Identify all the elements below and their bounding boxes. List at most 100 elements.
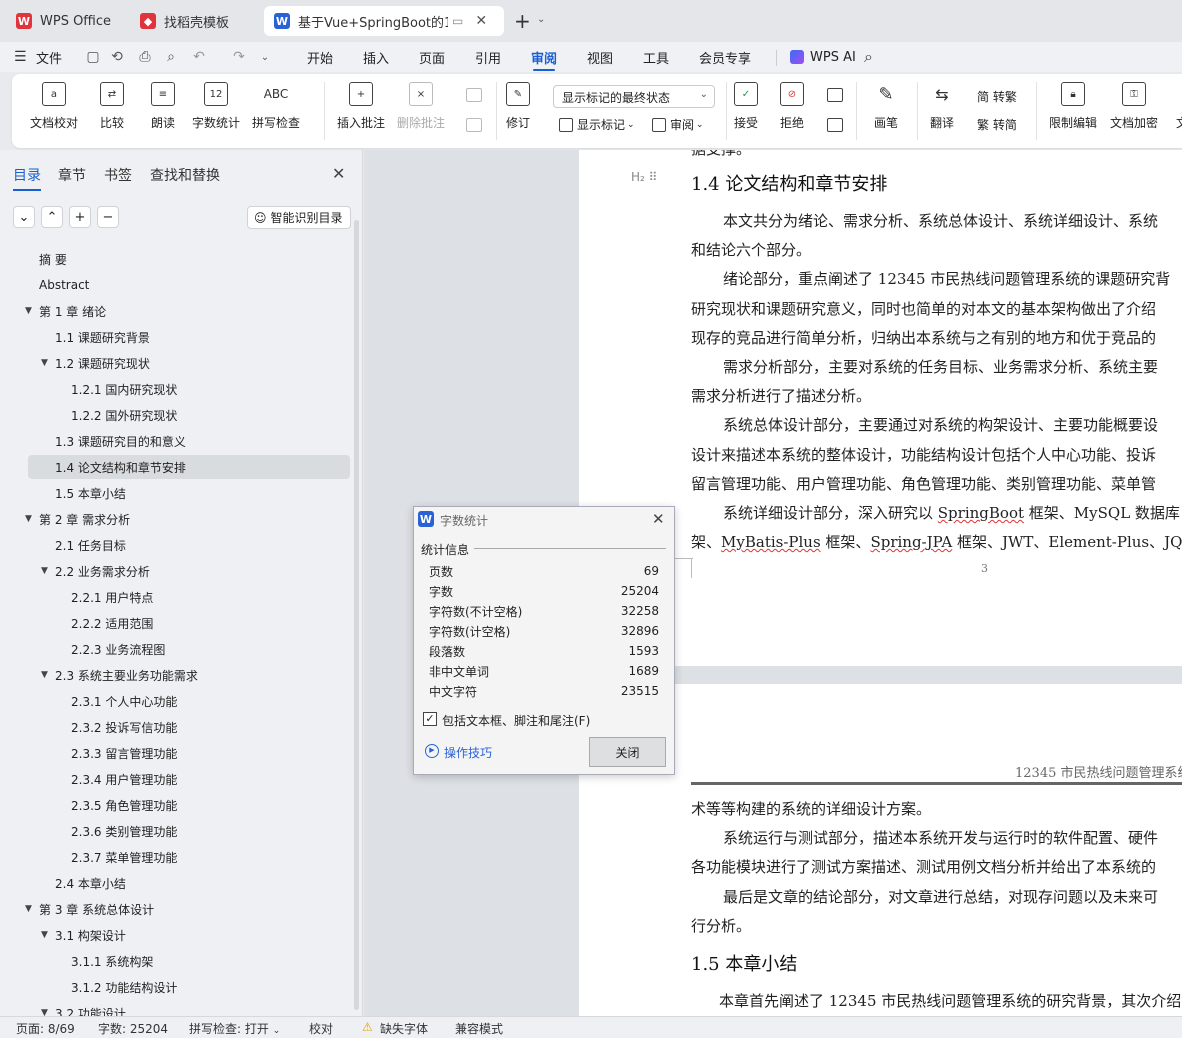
undo-icon[interactable]: ↶ — [190, 49, 208, 65]
toc-item[interactable]: 1.2.2 国外研究现状 — [71, 402, 177, 428]
toc-item[interactable]: 2.3.5 角色管理功能 — [71, 792, 177, 818]
accept-button[interactable]: ✓ 接受 — [734, 82, 758, 131]
insert-comment-button[interactable]: + 插入批注 — [337, 82, 385, 131]
show-markup-button[interactable]: 显示标记 ⌄ — [559, 116, 635, 133]
markup-mode-select[interactable]: 显示标记的最终状态 ⌄ — [553, 85, 715, 108]
toc-item[interactable]: 2.4 本章小结 — [55, 870, 126, 896]
status-proofread[interactable]: 校对 — [309, 1020, 333, 1037]
save-icon[interactable]: ▢ — [84, 49, 102, 65]
toc-item[interactable]: 1.3 课题研究目的和意义 — [55, 428, 186, 454]
reject-button[interactable]: ⊘ 拒绝 — [780, 82, 804, 131]
ink-button[interactable]: ✎ 画笔 — [874, 82, 898, 131]
toc-item[interactable]: 2.2.3 业务流程图 — [71, 636, 165, 662]
prev-change-icon[interactable] — [827, 88, 843, 102]
heading-level-icon[interactable]: H₂ ⠿ — [631, 170, 657, 184]
delete-comment-button[interactable]: × 删除批注 — [397, 82, 445, 131]
toc-item[interactable]: 1.5 本章小结 — [55, 480, 126, 506]
menu-reference[interactable]: 引用 — [475, 42, 501, 72]
tab-wps-office[interactable]: W WPS Office — [6, 6, 124, 36]
toc-item[interactable]: ▼ 第 2 章 需求分析 — [25, 506, 130, 532]
proofread-button[interactable]: a 文档校对 — [30, 82, 78, 131]
toc-item[interactable]: 2.3.1 个人中心功能 — [71, 688, 177, 714]
status-page[interactable]: 页面: 8/69 — [16, 1020, 75, 1037]
toc-item[interactable]: 2.3.6 类别管理功能 — [71, 818, 177, 844]
collapse-all-button[interactable]: ⌄ — [13, 206, 35, 228]
close-button[interactable]: 关闭 — [589, 737, 666, 767]
print-icon[interactable]: ⎙ — [136, 49, 154, 65]
more-icon[interactable]: ⌄ — [256, 49, 274, 65]
encrypt-button[interactable]: ⚿ 文档加密 — [1110, 82, 1158, 131]
toc-item[interactable]: 2.2.2 适用范围 — [71, 610, 153, 636]
tab-docer[interactable]: ◆ 找稻壳模板 — [130, 6, 260, 36]
toc-item[interactable]: 2.3.2 投诉写信功能 — [71, 714, 177, 740]
prev-comment-icon[interactable] — [466, 88, 482, 102]
read-aloud-button[interactable]: ≡ 朗读 — [151, 82, 175, 131]
toc-scrollbar[interactable] — [354, 220, 359, 1010]
expand-arrow-icon[interactable]: ▼ — [41, 566, 48, 576]
print-preview-icon[interactable]: ⌕ — [162, 49, 180, 65]
close-tab-icon[interactable]: ✕ — [475, 13, 487, 29]
menu-tools[interactable]: 工具 — [643, 42, 669, 72]
toc-item[interactable]: 3.1.2 功能结构设计 — [71, 974, 177, 1000]
revise-button[interactable]: ✎ 修订 — [506, 82, 530, 131]
tips-link[interactable]: 操作技巧 — [444, 744, 492, 761]
toc-item[interactable]: 2.2.1 用户特点 — [71, 584, 153, 610]
hamburger-icon[interactable]: ☰ — [14, 49, 27, 65]
redo-icon[interactable]: ↷ — [230, 49, 248, 65]
to-simplified-button[interactable]: 繁 转简 — [977, 116, 1017, 133]
toc-item[interactable]: ▼ 第 3 章 系统总体设计 — [25, 896, 154, 922]
menu-view[interactable]: 视图 — [587, 42, 613, 72]
toc-item[interactable]: 1.1 课题研究背景 — [55, 324, 150, 350]
close-dialog-icon[interactable]: ✕ — [652, 510, 665, 528]
smart-toc-button[interactable]: ☺ 智能识别目录 — [247, 206, 351, 229]
compare-button[interactable]: ⇄ 比较 — [100, 82, 124, 131]
close-pane-icon[interactable]: ✕ — [332, 164, 345, 183]
nav-tab-sections[interactable]: 章节 — [58, 165, 86, 185]
expand-arrow-icon[interactable]: ▼ — [41, 930, 48, 940]
review-pane-button[interactable]: 审阅 ⌄ — [652, 116, 704, 133]
to-traditional-button[interactable]: 简 转繁 — [977, 88, 1017, 105]
menu-insert[interactable]: 插入 — [363, 42, 389, 72]
toc-item[interactable]: ▼ 1.2 课题研究现状 — [41, 350, 150, 376]
toc-item[interactable]: 2.3.3 留言管理功能 — [71, 740, 177, 766]
nav-tab-find[interactable]: 查找和替换 — [150, 165, 220, 185]
expand-arrow-icon[interactable]: ▼ — [25, 514, 32, 524]
restrict-edit-button[interactable]: 🔒︎ 限制编辑 — [1049, 82, 1097, 131]
status-word-count[interactable]: 字数: 25204 — [98, 1020, 168, 1037]
expand-arrow-icon[interactable]: ▼ — [41, 358, 48, 368]
expand-arrow-icon[interactable]: ▼ — [25, 306, 32, 316]
menu-wps-ai[interactable]: WPS AI — [810, 42, 856, 72]
menu-member[interactable]: 会员专享 — [699, 42, 751, 72]
toc-item[interactable]: ▼ 2.2 业务需求分析 — [41, 558, 150, 584]
toc-item[interactable]: 2.1 任务目标 — [55, 532, 126, 558]
status-missing-font[interactable]: 缺失字体 — [380, 1020, 428, 1037]
more-button[interactable]: 文 — [1170, 82, 1182, 131]
toc-item[interactable]: 2.3.4 用户管理功能 — [71, 766, 177, 792]
spell-check-button[interactable]: ABC 拼写检查 — [252, 82, 300, 131]
expand-arrow-icon[interactable]: ▼ — [41, 670, 48, 680]
include-textbox-checkbox[interactable]: ✓ — [423, 712, 437, 726]
translate-button[interactable]: ⇆ 翻译 — [930, 82, 954, 131]
next-change-icon[interactable] — [827, 118, 843, 132]
menu-home[interactable]: 开始 — [307, 42, 333, 72]
search-icon[interactable]: ⌕ — [864, 47, 873, 67]
add-heading-button[interactable]: + — [69, 206, 91, 228]
status-spell-check[interactable]: 拼写检查: 打开 ⌄ — [189, 1020, 280, 1037]
share-icon[interactable]: ⟲ — [108, 49, 126, 65]
word-count-button[interactable]: 12 字数统计 — [192, 82, 240, 131]
expand-arrow-icon[interactable]: ▼ — [25, 904, 32, 914]
toc-item[interactable]: 摘 要 — [39, 246, 67, 272]
new-tab-icon[interactable]: + — [514, 9, 531, 33]
menu-file[interactable]: 文件 — [36, 42, 62, 72]
menu-review[interactable]: 审阅 — [531, 42, 557, 72]
remove-heading-button[interactable]: − — [97, 206, 119, 228]
menu-page[interactable]: 页面 — [419, 42, 445, 72]
toc-item[interactable]: 3.1.1 系统构架 — [71, 948, 153, 974]
toc-item[interactable]: ▼ 第 1 章 绪论 — [25, 298, 106, 324]
toc-item[interactable]: 2.3.7 菜单管理功能 — [71, 844, 177, 870]
toc-item[interactable]: ▼ 3.1 构架设计 — [41, 922, 126, 948]
nav-tab-bookmarks[interactable]: 书签 — [104, 165, 132, 185]
tab-document[interactable]: W 基于Vue+SpringBoot的1234 ▭ ✕ — [264, 6, 504, 36]
toc-item[interactable]: 1.4 论文结构和章节安排 — [55, 454, 186, 480]
chevron-down-icon[interactable]: ⌄ — [537, 14, 545, 25]
